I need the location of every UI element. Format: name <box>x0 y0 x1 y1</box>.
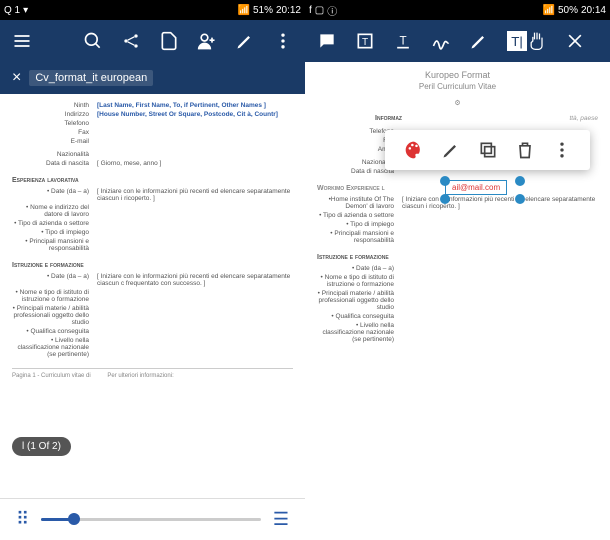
save-icon[interactable] <box>159 31 179 51</box>
close-tab-button[interactable]: × <box>12 69 21 87</box>
fb-icon: f <box>309 5 312 16</box>
status-bar: Q 1▾ 📶51%20:12 <box>0 0 305 20</box>
footer-info: Per ulteriori informazioni: <box>107 373 173 379</box>
date-label: • Date (da – a) <box>12 188 97 202</box>
page-slider[interactable] <box>41 518 261 521</box>
exp-desc: [ Iniziare con le informazioni più recen… <box>97 188 293 202</box>
more-popup-icon[interactable] <box>552 140 572 160</box>
edu-date-label: • Date (da – a) <box>12 273 97 287</box>
info-icon: ⓘ <box>327 3 337 18</box>
mat-label-r: • Principali materie / abilità professio… <box>317 290 402 311</box>
svg-text:T: T <box>399 34 406 47</box>
ist-label-r: • Nome e tipo di istituto di istruzione … <box>317 274 402 288</box>
mat-label: • Principali materie / abilità professio… <box>12 305 97 326</box>
svg-text:T|: T| <box>511 34 523 49</box>
phone-right: f▢ⓘ 📶50%20:14 T T T| Kuropeo Format Peri… <box>305 0 610 540</box>
work-desc: [ Iniziare con le informazioni più recen… <box>402 196 598 210</box>
doc-flag: ⚙ <box>317 99 598 107</box>
net-label: Q 1 <box>4 5 20 16</box>
comment-icon[interactable] <box>317 31 337 51</box>
selection-handle[interactable] <box>515 176 525 186</box>
text-cursor-icon[interactable]: T| <box>507 31 527 51</box>
home-inst: •Home institute Of The Demon' di lavoro <box>317 196 402 210</box>
more-icon[interactable] <box>273 31 293 51</box>
email-label: E-mail <box>12 138 97 145</box>
palette-icon[interactable] <box>404 140 424 160</box>
doc-subtitle: Peril Curriculum Vitae <box>317 82 598 91</box>
battery-pct-r: 50% <box>558 5 578 16</box>
qual-label-r: • Qualifica conseguita <box>317 313 402 320</box>
edu-date-r: • Date (da – a) <box>317 265 402 272</box>
text-box-icon[interactable]: T <box>355 31 375 51</box>
share-icon[interactable] <box>121 31 141 51</box>
mans-label-r: • Principali mansioni e responsabilità <box>317 230 402 244</box>
list-view-icon[interactable]: ☰ <box>273 509 289 530</box>
wifi-icon-r: 📶 <box>543 5 555 16</box>
addr-label: Indirizzo <box>12 111 97 118</box>
context-popup <box>385 130 590 170</box>
edit-icon[interactable] <box>235 31 255 51</box>
liv-label: • Livello nella classificazione nazional… <box>12 337 97 358</box>
qual-label: • Qualifica conseguita <box>12 328 97 335</box>
birth-field: [ Giorno, mese, anno ] <box>97 160 293 167</box>
add-user-icon[interactable] <box>197 31 217 51</box>
pan-icon[interactable] <box>527 31 547 51</box>
wifi-icon: ▾ <box>23 5 28 16</box>
document-area[interactable]: Ninth[Last Name, First Name, To, if Pert… <box>0 94 305 498</box>
emp-label: • Nome e indirizzo del datore di lavoro <box>12 204 97 218</box>
impiego-label: • Tipo di impiego <box>12 229 97 236</box>
copy-icon[interactable] <box>478 140 498 160</box>
fax-label: Fax <box>12 129 97 136</box>
tipo-label: • Tipo di azienda o settore <box>12 220 97 227</box>
liv-label-r: • Livello nella classificazione nazional… <box>317 322 402 343</box>
more-icon-r[interactable] <box>603 31 610 51</box>
naz-label: Nazionalità <box>12 151 97 158</box>
signature-icon[interactable] <box>431 31 451 51</box>
exp-heading: Esperienza lavorativa <box>12 177 293 184</box>
signal-icon: 📶 <box>238 5 250 16</box>
battery-pct: 51% <box>253 5 273 16</box>
main-toolbar <box>0 20 305 62</box>
bottom-bar: ⠿ ☰ <box>0 498 305 540</box>
doc-title: Kuropeo Format <box>317 70 598 80</box>
phone-left: Q 1▾ 📶51%20:12 × Cv_format_it european N… <box>0 0 305 540</box>
edu-desc: [ Iniziare con le informazioni più recen… <box>97 273 293 287</box>
selection-handle[interactable] <box>440 194 450 204</box>
footer-page: Pagina 1 - Curriculum vitae di <box>12 373 91 379</box>
status-bar-r: f▢ⓘ 📶50%20:14 <box>305 0 610 20</box>
tab-strip: × Cv_format_it european <box>0 62 305 94</box>
pen-icon[interactable] <box>469 31 489 51</box>
selected-text-field[interactable]: ail@mail.com <box>445 180 507 195</box>
grid-view-icon[interactable]: ⠿ <box>16 509 29 530</box>
info-heading: Informaz <box>317 115 402 122</box>
menu-icon[interactable] <box>12 31 32 51</box>
edu-heading: Istruzione e formazione <box>12 262 293 269</box>
svg-text:T: T <box>362 37 368 48</box>
selection-handle[interactable] <box>440 176 450 186</box>
impiego-label-r: • Tipo di impiego <box>317 221 402 228</box>
clock: 20:12 <box>276 5 301 16</box>
tab-label[interactable]: Cv_format_it european <box>29 70 153 86</box>
mans-label: • Principali mansioni e responsabilità <box>12 238 97 252</box>
mask-text: ttà, paese <box>402 115 598 126</box>
tel-label: Telefono <box>12 120 97 127</box>
selection-handle[interactable] <box>515 194 525 204</box>
tipo-label-r: • Tipo di azienda o settore <box>317 212 402 219</box>
page-indicator: l (1 Of 2) <box>12 437 71 456</box>
close-icon[interactable] <box>565 31 585 51</box>
search-icon[interactable] <box>83 31 103 51</box>
cal-icon: ▢ <box>315 5 324 16</box>
edit-popup-icon[interactable] <box>441 140 461 160</box>
personal-head: Ninth <box>12 102 97 109</box>
name-field: [Last Name, First Name, To, if Pertinent… <box>97 102 293 109</box>
birth-label: Data di nascita <box>12 160 97 167</box>
ist-label: • Nome e tipo di istituto di istruzione … <box>12 289 97 303</box>
clock-r: 20:14 <box>581 5 606 16</box>
underline-icon[interactable]: T <box>393 31 413 51</box>
addr-field: [House Number, Street Or Square, Postcod… <box>97 111 293 118</box>
delete-icon[interactable] <box>515 140 535 160</box>
edu-heading-r: Istruzione e formazione <box>317 254 598 261</box>
edit-toolbar: T T T| <box>305 20 610 62</box>
